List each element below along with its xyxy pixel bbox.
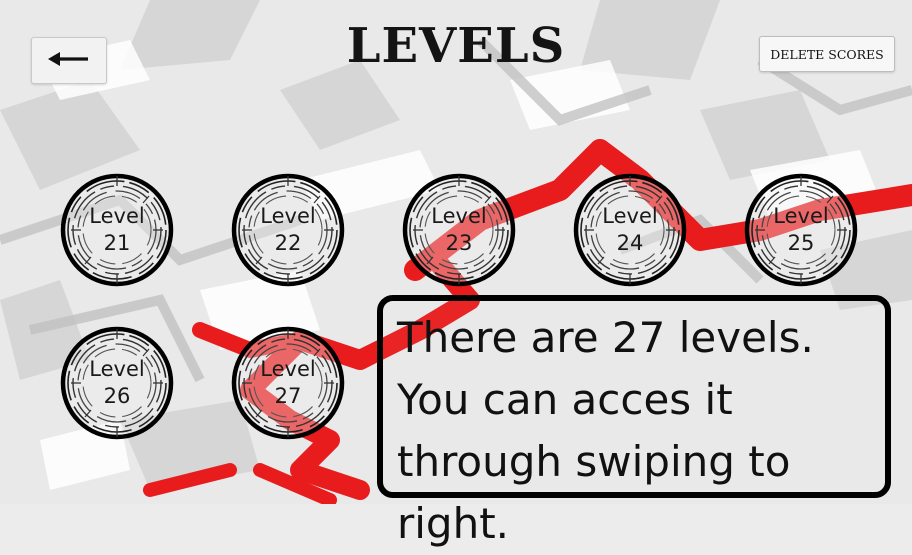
level-button-22[interactable]: Level 22 xyxy=(230,172,346,288)
level-label: Level 22 xyxy=(230,172,346,288)
level-number: 23 xyxy=(445,231,473,255)
level-word: Level xyxy=(89,357,145,381)
level-word: Level xyxy=(260,357,316,381)
level-label: Level 24 xyxy=(572,172,688,288)
level-button-23[interactable]: Level 23 xyxy=(401,172,517,288)
level-number: 26 xyxy=(103,384,131,408)
level-word: Level xyxy=(431,204,487,228)
level-number: 27 xyxy=(274,384,302,408)
level-label: Level 26 xyxy=(59,325,175,441)
level-label: Level 25 xyxy=(743,172,859,288)
level-number: 24 xyxy=(616,231,644,255)
level-number: 25 xyxy=(787,231,815,255)
level-button-26[interactable]: Level 26 xyxy=(59,325,175,441)
level-word: Level xyxy=(89,204,145,228)
level-button-27[interactable]: Level 27 xyxy=(230,325,346,441)
level-number: 21 xyxy=(103,231,131,255)
level-label: Level 23 xyxy=(401,172,517,288)
level-button-25[interactable]: Level 25 xyxy=(743,172,859,288)
level-label: Level 21 xyxy=(59,172,175,288)
delete-scores-button[interactable]: DELETE SCORES xyxy=(759,36,895,72)
level-number: 22 xyxy=(274,231,302,255)
level-word: Level xyxy=(773,204,829,228)
level-button-24[interactable]: Level 24 xyxy=(572,172,688,288)
info-text: There are 27 levels. You can acces it th… xyxy=(397,313,814,548)
info-box: There are 27 levels. You can acces it th… xyxy=(377,295,891,548)
level-word: Level xyxy=(260,204,316,228)
level-label: Level 27 xyxy=(230,325,346,441)
level-word: Level xyxy=(602,204,658,228)
level-button-21[interactable]: Level 21 xyxy=(59,172,175,288)
